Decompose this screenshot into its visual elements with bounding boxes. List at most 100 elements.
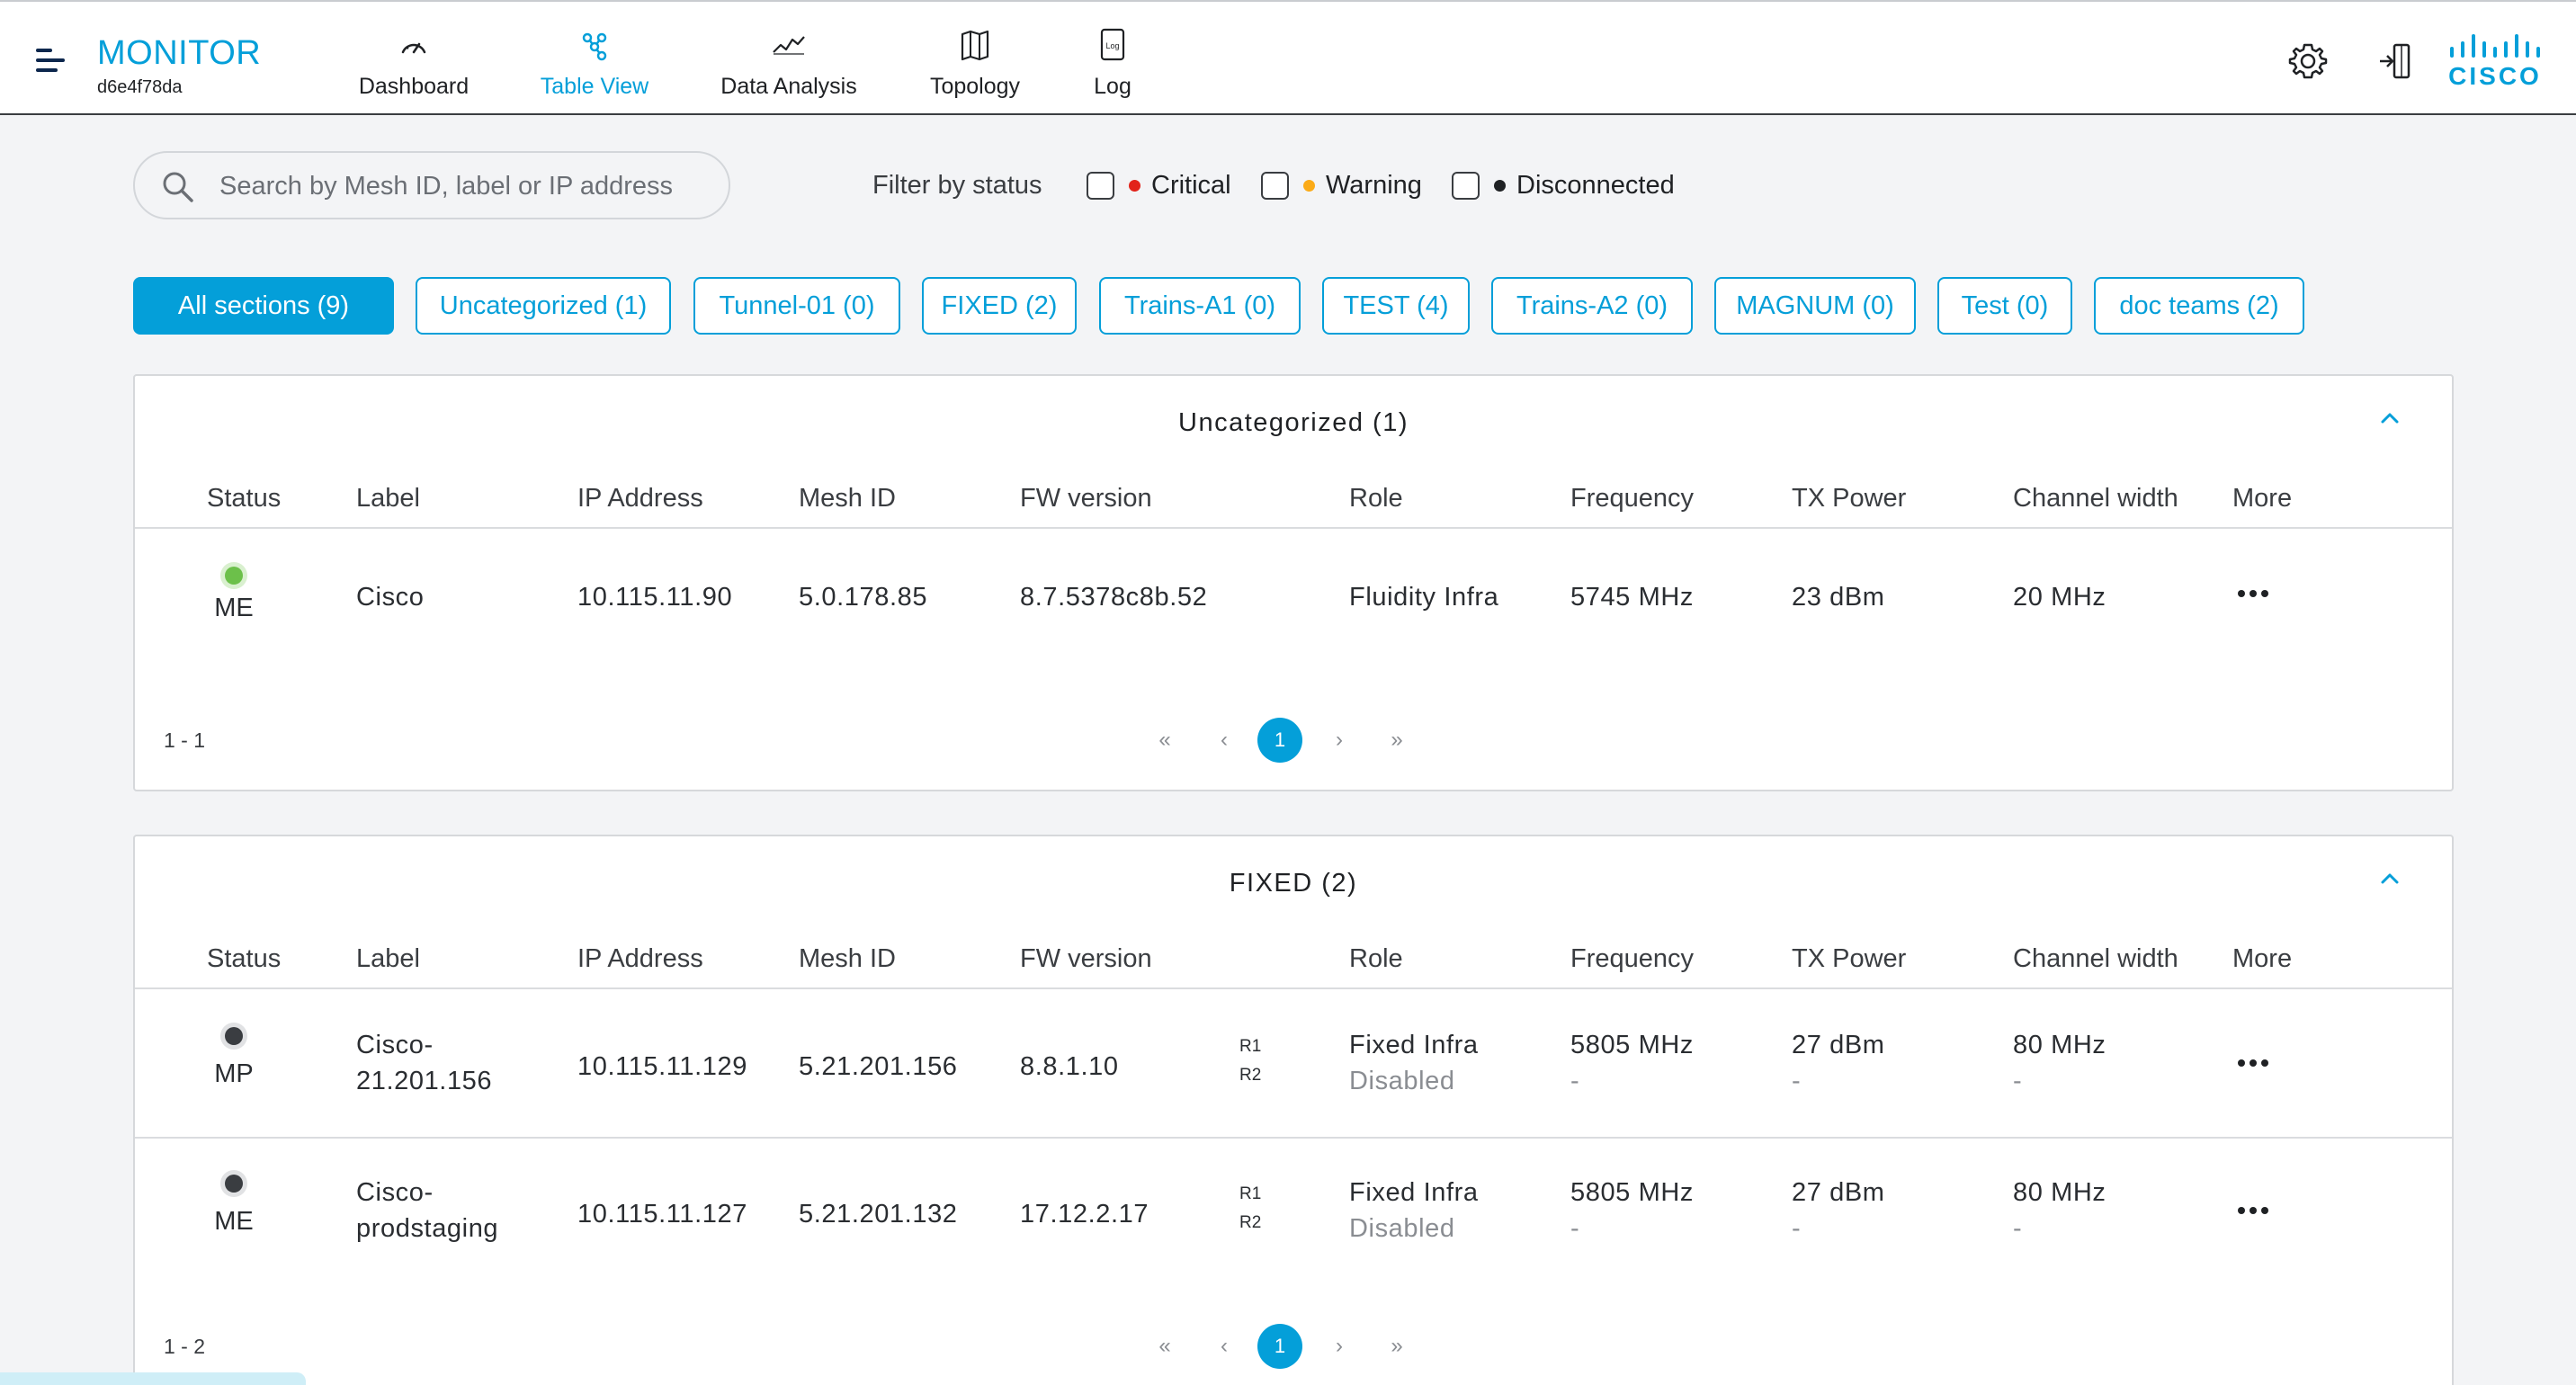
row-frequency: 5745 MHz	[1570, 583, 1694, 612]
col-frequency[interactable]: Frequency	[1570, 944, 1694, 974]
filter-option-label: Warning	[1326, 170, 1422, 200]
prev-page-icon[interactable]: ‹	[1202, 1324, 1247, 1369]
page-button-current[interactable]: 1	[1257, 718, 1302, 763]
nav-dashboard[interactable]: Dashboard	[354, 20, 473, 110]
pagination: « ‹ 1 › »	[1142, 718, 1412, 763]
critical-checkbox[interactable]	[1087, 171, 1114, 200]
search-input[interactable]	[219, 165, 705, 207]
row-tx-power-r2: -	[1792, 1214, 1802, 1243]
table-row[interactable]: ME Cisco- prodstaging 10.115.11.127 5.21…	[135, 1139, 2452, 1286]
nav-topology[interactable]: Topology	[925, 20, 1025, 110]
col-fw-version[interactable]: FW version	[1020, 944, 1152, 974]
col-channel-width[interactable]: Channel width	[2013, 944, 2178, 974]
chevron-up-icon[interactable]	[2375, 403, 2405, 433]
table-row[interactable]: ME Cisco 10.115.11.90 5.0.178.85 8.7.537…	[135, 531, 2452, 666]
next-page-icon[interactable]: ›	[1317, 718, 1362, 763]
prev-page-icon[interactable]: ‹	[1202, 718, 1247, 763]
col-status[interactable]: Status	[207, 944, 281, 974]
map-icon	[961, 30, 989, 61]
col-mesh-id[interactable]: Mesh ID	[799, 944, 896, 974]
row-fw: 17.12.2.17	[1020, 1200, 1149, 1229]
chip-fixed[interactable]: FIXED (2)	[922, 277, 1077, 335]
chip-trains-a1[interactable]: Trains-A1 (0)	[1099, 277, 1301, 335]
status-role: MP	[214, 1059, 254, 1088]
nav-log[interactable]: Log Log	[1081, 20, 1144, 110]
filter-critical[interactable]: Critical	[1087, 167, 1231, 203]
col-fw-version[interactable]: FW version	[1020, 484, 1152, 514]
chip-test-upper[interactable]: TEST (4)	[1322, 277, 1470, 335]
menu-toggle-icon[interactable]	[36, 49, 67, 76]
logout-icon[interactable]	[2375, 40, 2418, 83]
first-page-icon[interactable]: «	[1142, 718, 1187, 763]
row-channel-width: 20 MHz	[2013, 583, 2106, 612]
nav-data-analysis[interactable]: Data Analysis	[716, 20, 862, 110]
section-card-fixed: FIXED (2) Status Label IP Address Mesh I…	[133, 835, 2454, 1385]
row-tx-power: 27 dBm -	[1792, 1175, 1885, 1246]
settings-gear-icon[interactable]	[2286, 40, 2330, 83]
row-frequency-r1: 5805 MHz	[1570, 1031, 1694, 1059]
last-page-icon[interactable]: »	[1374, 1324, 1419, 1369]
row-tx-power: 23 dBm	[1792, 583, 1885, 612]
nav-table-view[interactable]: Table View	[536, 20, 653, 110]
svg-text:Log: Log	[1105, 41, 1119, 50]
filter-warning[interactable]: Warning	[1261, 167, 1422, 203]
radio-tag: R1	[1239, 1037, 1262, 1056]
chip-test[interactable]: Test (0)	[1937, 277, 2072, 335]
more-options-icon[interactable]	[2238, 588, 2274, 599]
chip-doc-teams[interactable]: doc teams (2)	[2094, 277, 2304, 335]
last-page-icon[interactable]: »	[1374, 718, 1419, 763]
col-mesh-id[interactable]: Mesh ID	[799, 484, 896, 514]
col-tx-power[interactable]: TX Power	[1792, 484, 1906, 514]
status-dot	[225, 1175, 243, 1193]
warning-checkbox[interactable]	[1261, 171, 1289, 200]
first-page-icon[interactable]: «	[1142, 1324, 1187, 1369]
radio-tag: R2	[1239, 1213, 1262, 1232]
section-title: FIXED (2)	[1229, 869, 1358, 898]
nav-label: Data Analysis	[720, 74, 857, 99]
col-more: More	[2232, 484, 2293, 513]
row-ip: 10.115.11.129	[577, 1052, 747, 1081]
row-mesh-id: 5.0.178.85	[799, 583, 928, 612]
chip-tunnel-01[interactable]: Tunnel-01 (0)	[693, 277, 900, 335]
chevron-up-icon[interactable]	[2375, 863, 2405, 894]
row-role-r2: Disabled	[1349, 1214, 1455, 1243]
row-fw: 8.8.1.10	[1020, 1052, 1119, 1081]
col-role[interactable]: Role	[1349, 484, 1403, 514]
status-dot	[225, 567, 243, 585]
chip-trains-a2[interactable]: Trains-A2 (0)	[1491, 277, 1693, 335]
table-row[interactable]: MP Cisco- 21.201.156 10.115.11.129 5.21.…	[135, 991, 2452, 1139]
disconnected-checkbox[interactable]	[1452, 171, 1480, 200]
col-role[interactable]: Role	[1349, 944, 1403, 974]
row-role-r1: Fixed Infra	[1349, 1031, 1479, 1059]
filter-disconnected[interactable]: Disconnected	[1452, 167, 1675, 203]
disconnected-status-dot	[1494, 179, 1506, 192]
status-role: ME	[214, 594, 254, 622]
row-ip: 10.115.11.127	[577, 1200, 747, 1229]
next-page-icon[interactable]: ›	[1317, 1324, 1362, 1369]
critical-status-dot	[1129, 179, 1140, 192]
chip-all-sections[interactable]: All sections (9)	[133, 277, 394, 335]
page-button-current[interactable]: 1	[1257, 1324, 1302, 1369]
chip-uncategorized[interactable]: Uncategorized (1)	[416, 277, 671, 335]
section-card-uncategorized: Uncategorized (1) Status Label IP Addres…	[133, 374, 2454, 791]
status-role: ME	[214, 1207, 254, 1236]
col-tx-power[interactable]: TX Power	[1792, 944, 1906, 974]
log-file-icon: Log	[1100, 28, 1125, 61]
row-channel-width: 80 MHz -	[2013, 1027, 2106, 1099]
col-status[interactable]: Status	[207, 484, 281, 514]
more-options-icon[interactable]	[2238, 1058, 2274, 1068]
col-frequency[interactable]: Frequency	[1570, 484, 1694, 514]
filter-option-label: Critical	[1151, 170, 1231, 200]
row-label-line: Cisco-	[356, 1178, 434, 1207]
row-label-line: Cisco-	[356, 1031, 434, 1059]
col-ip-address[interactable]: IP Address	[577, 484, 703, 514]
col-channel-width[interactable]: Channel width	[2013, 484, 2178, 514]
nav-label: Dashboard	[358, 74, 470, 99]
col-ip-address[interactable]: IP Address	[577, 944, 703, 974]
col-label[interactable]: Label	[356, 944, 420, 974]
col-label[interactable]: Label	[356, 484, 420, 514]
more-options-icon[interactable]	[2238, 1205, 2274, 1216]
radio-tag: R1	[1239, 1184, 1262, 1203]
chip-magnum[interactable]: MAGNUM (0)	[1714, 277, 1916, 335]
nav-label: Log	[1094, 74, 1131, 99]
